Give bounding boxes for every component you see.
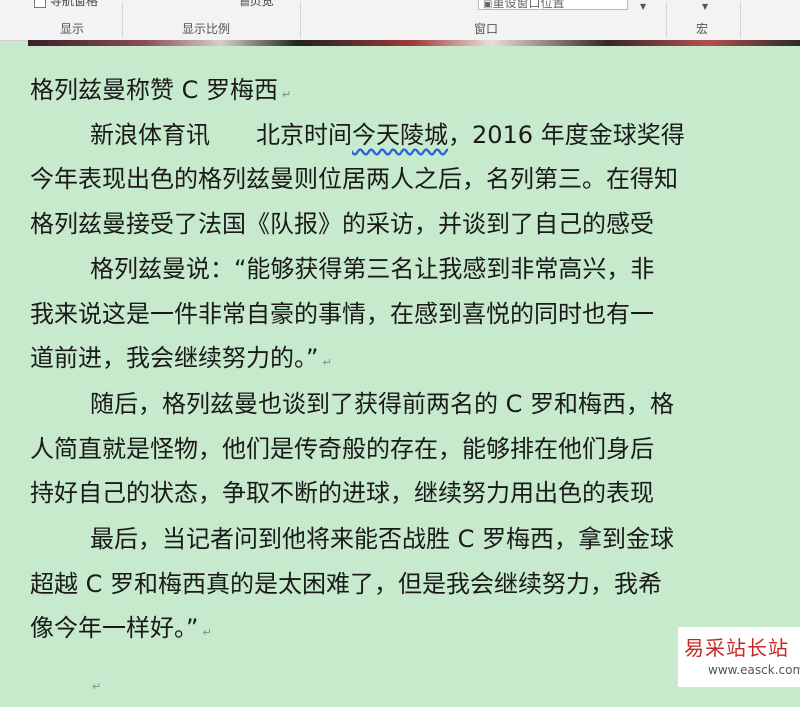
- paragraph-mark-icon: ↵: [202, 626, 212, 639]
- watermark: 易采站长站 www.easck.com: [678, 627, 800, 687]
- text-line: 最后，当记者问到他将来能否战胜 C 罗梅西，拿到金球: [90, 525, 675, 553]
- spellcheck-flagged-text: 今天陵城: [352, 121, 448, 149]
- text-run: 道前进，我会继续努力的。”: [30, 344, 319, 372]
- group-divider: [666, 2, 667, 38]
- watermark-url: www.easck.com: [708, 663, 800, 677]
- page-width-button[interactable]: ▤页宽: [240, 0, 273, 9]
- page-width-label: 页宽: [249, 0, 274, 8]
- ribbon: 导航窗格 ▤页宽 ▣重设窗口位置 ▼ ▼ 显示 显示比例 窗口 宏: [0, 0, 800, 41]
- text-line: 我来说这是一件非常自豪的事情，在感到喜悦的同时也有一: [30, 300, 654, 328]
- title-text: 格列兹曼称赞 C 罗梅西: [30, 76, 279, 104]
- text-line: 道前进，我会继续努力的。” ↵: [30, 338, 332, 383]
- text-line: 新浪体育讯 北京时间今天陵城，2016 年度金球奖得: [30, 115, 685, 155]
- inline-image-strip: [28, 40, 800, 46]
- text-run: 北京时间: [256, 121, 352, 149]
- nav-pane-checkbox[interactable]: 导航窗格: [34, 0, 98, 9]
- text-line: 超越 C 罗和梅西真的是太困难了，但是我会继续努力，我希: [30, 570, 663, 598]
- group-divider: [740, 2, 741, 38]
- group-label-zoom: 显示比例: [182, 22, 231, 36]
- macro-dropdown-chevron-icon[interactable]: ▼: [702, 2, 708, 11]
- checkbox-icon: [34, 0, 46, 8]
- text-line: 随后，格列兹曼也谈到了获得前两名的 C 罗和梅西，格: [90, 390, 675, 418]
- text-line: 像今年一样好。” ↵: [30, 608, 212, 653]
- text-line: 格列兹曼接受了法国《队报》的采访，并谈到了自己的感受: [30, 210, 654, 238]
- text-line: 格列兹曼说：“能够获得第三名让我感到非常高兴，非: [90, 255, 655, 283]
- group-label-display: 显示: [60, 22, 85, 36]
- empty-paragraph: ↵: [88, 662, 101, 707]
- paragraph-mark-icon: ↵: [282, 88, 292, 101]
- reset-window-position-label: 重设窗口位置: [492, 0, 565, 10]
- paragraph-mark-icon: ↵: [322, 356, 332, 369]
- text-line: 持好自己的状态，争取不断的进球，继续努力用出色的表现: [30, 479, 654, 507]
- text-run: 像今年一样好。”: [30, 614, 199, 642]
- text-line: 人简直就是怪物，他们是传奇般的存在，能够排在他们身后: [30, 435, 654, 463]
- reset-window-position-button[interactable]: ▣重设窗口位置: [478, 0, 628, 10]
- group-divider: [300, 2, 301, 38]
- nav-pane-label: 导航窗格: [50, 0, 99, 8]
- watermark-logo-text: 易采站长站: [684, 636, 789, 660]
- group-label-window: 窗口: [474, 22, 499, 36]
- group-divider: [122, 2, 123, 38]
- text-run: ，2016 年度金球奖得: [448, 121, 685, 149]
- text-run: 新浪体育讯: [90, 121, 210, 149]
- window-dropdown-chevron-icon[interactable]: ▼: [640, 2, 646, 11]
- document-title: 格列兹曼称赞 C 罗梅西 ↵: [30, 70, 291, 115]
- text-line: 今年表现出色的格列兹曼则位居两人之后，名列第三。在得知: [30, 165, 678, 193]
- group-label-macro: 宏: [696, 22, 709, 36]
